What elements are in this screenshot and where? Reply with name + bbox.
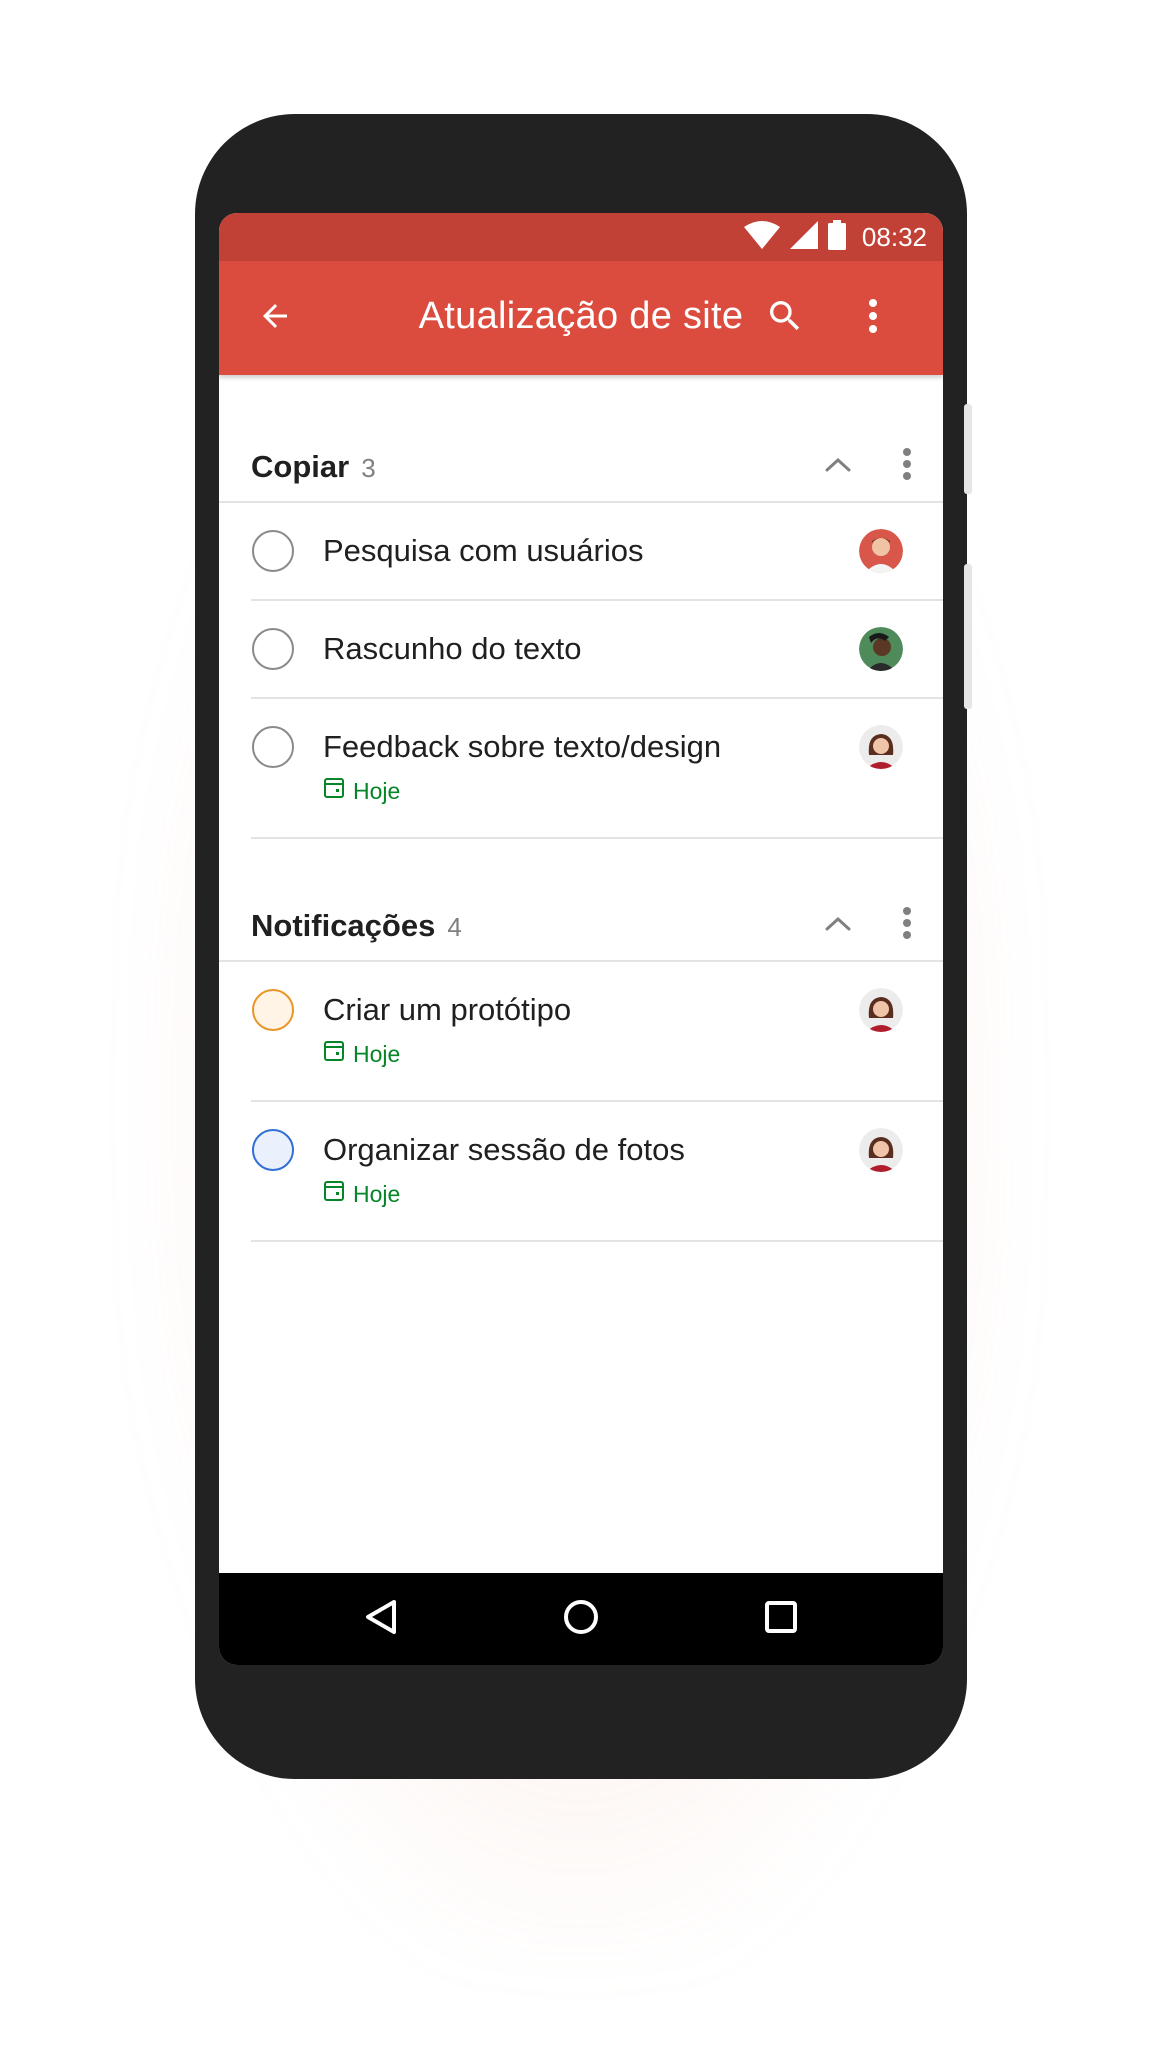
section-header-notificacoes: Notificações 4 [219,890,943,960]
collapse-section-button[interactable] [814,442,862,490]
chevron-up-icon [824,914,852,937]
section-title: Notificações 4 [251,908,462,944]
chevron-up-icon [824,455,852,478]
nav-recents-icon [764,1600,798,1639]
calendar-icon [323,777,345,805]
nav-back-button[interactable] [357,1595,405,1643]
task-title: Pesquisa com usuários [323,533,644,568]
power-button [964,564,972,709]
section-menu-button[interactable] [883,901,931,949]
nav-recents-button[interactable] [757,1595,805,1643]
section-count: 4 [447,912,462,942]
volume-button [964,404,972,494]
wifi-icon [743,220,780,254]
due-label: Hoje [353,1040,401,1067]
assignee-avatar[interactable] [859,529,903,573]
phone-frame: 08:32 Atualização de site Copiar 3 Pesqu… [195,114,972,1779]
section-title: Copiar 3 [251,449,376,485]
task-row[interactable]: Organizar sessão de fotos Hoje [219,1102,943,1238]
section-title-text: Copiar [251,449,350,484]
task-row[interactable]: Feedback sobre texto/design Hoje [219,699,943,835]
task-title: Criar um protótipo [323,992,572,1027]
app-bar: Atualização de site [219,261,943,375]
assignee-avatar[interactable] [859,725,903,769]
more-vertical-icon [902,906,912,945]
task-checkbox[interactable] [252,628,294,670]
overflow-menu-button[interactable] [845,290,901,346]
section-header-copiar: Copiar 3 [219,431,943,501]
status-bar: 08:32 [219,213,943,261]
nav-home-button[interactable] [557,1595,605,1643]
due-date: Hoje [323,1180,400,1208]
calendar-icon [323,1180,345,1208]
task-title: Feedback sobre texto/design [323,729,722,764]
android-nav-bar [219,1573,943,1665]
divider [251,837,943,839]
collapse-section-button[interactable] [814,901,862,949]
due-label: Hoje [353,1180,401,1207]
section-count: 3 [361,453,376,483]
task-checkbox[interactable] [252,726,294,768]
task-row[interactable]: Pesquisa com usuários [219,503,943,599]
overflow-menu-icon [867,298,879,339]
task-checkbox-priority-3[interactable] [252,1129,294,1171]
task-row[interactable]: Criar um protótipo Hoje [219,962,943,1098]
divider [251,1240,943,1242]
task-row[interactable]: Rascunho do texto [219,601,943,697]
phone-screen: 08:32 Atualização de site Copiar 3 Pesqu… [219,213,943,1665]
status-time: 08:32 [861,221,927,252]
search-icon [765,296,805,341]
task-checkbox-priority-2[interactable] [252,989,294,1031]
task-title: Rascunho do texto [323,631,582,666]
due-date: Hoje [323,1040,400,1068]
calendar-icon [323,1040,345,1068]
nav-home-icon [563,1599,599,1640]
section-menu-button[interactable] [883,442,931,490]
due-date: Hoje [323,777,400,805]
cell-signal-icon [789,220,818,254]
battery-icon [827,219,846,255]
assignee-avatar[interactable] [859,988,903,1032]
nav-back-icon [364,1599,398,1640]
task-title: Organizar sessão de fotos [323,1132,685,1167]
more-vertical-icon [902,447,912,486]
assignee-avatar[interactable] [859,1128,903,1172]
page-title: Atualização de site [418,295,744,337]
due-label: Hoje [353,777,401,804]
assignee-avatar[interactable] [859,627,903,671]
task-checkbox[interactable] [252,530,294,572]
section-title-text: Notificações [251,908,436,943]
search-button[interactable] [757,290,813,346]
